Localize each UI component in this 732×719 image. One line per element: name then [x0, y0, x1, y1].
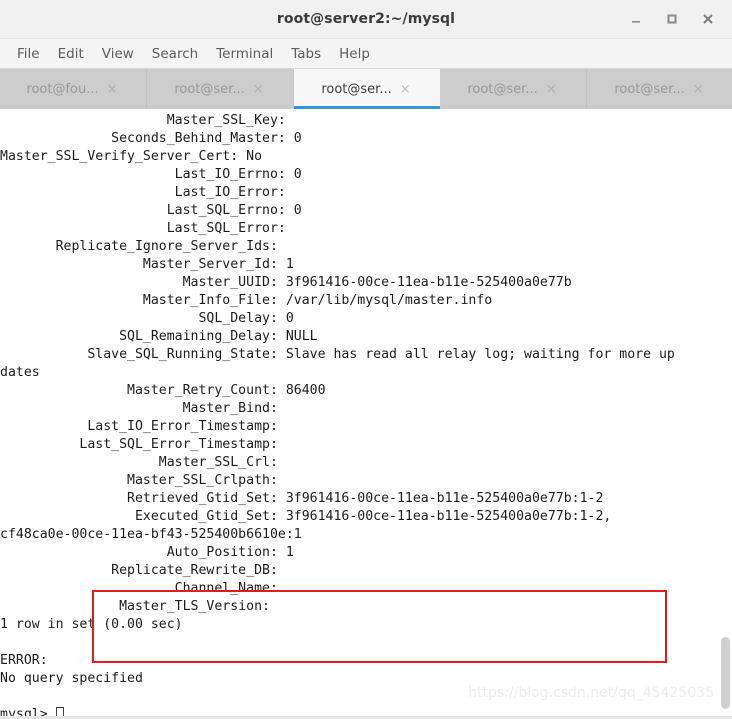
menu-item-tabs[interactable]: Tabs: [282, 43, 330, 65]
terminal-output-area[interactable]: Master_SSL_Key: Seconds_Behind_Master: 0…: [0, 109, 732, 719]
menu-item-file[interactable]: File: [8, 43, 49, 65]
maximize-button[interactable]: [654, 4, 690, 34]
tab-3[interactable]: root@ser... ×: [440, 69, 587, 109]
tab-bar: root@fou... × root@ser... × root@ser... …: [0, 69, 732, 109]
tab-label: root@ser...: [467, 81, 538, 97]
tab-label: root@fou...: [26, 81, 99, 97]
tab-2-active[interactable]: root@ser... ×: [294, 69, 440, 109]
menu-item-search[interactable]: Search: [143, 43, 207, 65]
tab-1[interactable]: root@ser... ×: [147, 69, 294, 109]
close-icon: [703, 14, 713, 24]
terminal-window: root@server2:~/mysql File Edit View Sear…: [0, 0, 732, 719]
scrollbar-thumb[interactable]: [721, 637, 730, 709]
menu-item-terminal[interactable]: Terminal: [207, 43, 282, 65]
terminal-text: Master_SSL_Key: Seconds_Behind_Master: 0…: [0, 113, 675, 719]
minimize-button[interactable]: [618, 4, 654, 34]
tab-close-icon[interactable]: ×: [544, 83, 559, 96]
menu-item-edit[interactable]: Edit: [49, 43, 93, 65]
tab-label: root@ser...: [321, 81, 392, 97]
tab-label: root@ser...: [614, 81, 685, 97]
tab-close-icon[interactable]: ×: [251, 83, 266, 96]
watermark: https://blog.csdn.net/qq_45425035: [468, 685, 714, 701]
maximize-icon: [667, 14, 677, 24]
tab-close-icon[interactable]: ×: [105, 83, 120, 96]
tab-close-icon[interactable]: ×: [398, 83, 413, 96]
tab-close-icon[interactable]: ×: [691, 83, 706, 96]
menu-item-help[interactable]: Help: [330, 43, 379, 65]
window-controls: [618, 0, 726, 38]
scrollbar[interactable]: [719, 109, 732, 719]
tab-0[interactable]: root@fou... ×: [0, 69, 147, 109]
title-bar: root@server2:~/mysql: [0, 0, 732, 39]
menu-bar: File Edit View Search Terminal Tabs Help: [0, 39, 732, 69]
minimize-icon: [632, 21, 640, 23]
window-title: root@server2:~/mysql: [276, 11, 456, 27]
tab-4[interactable]: root@ser... ×: [587, 69, 732, 109]
close-button[interactable]: [690, 4, 726, 34]
tab-label: root@ser...: [174, 81, 245, 97]
menu-item-view[interactable]: View: [93, 43, 143, 65]
